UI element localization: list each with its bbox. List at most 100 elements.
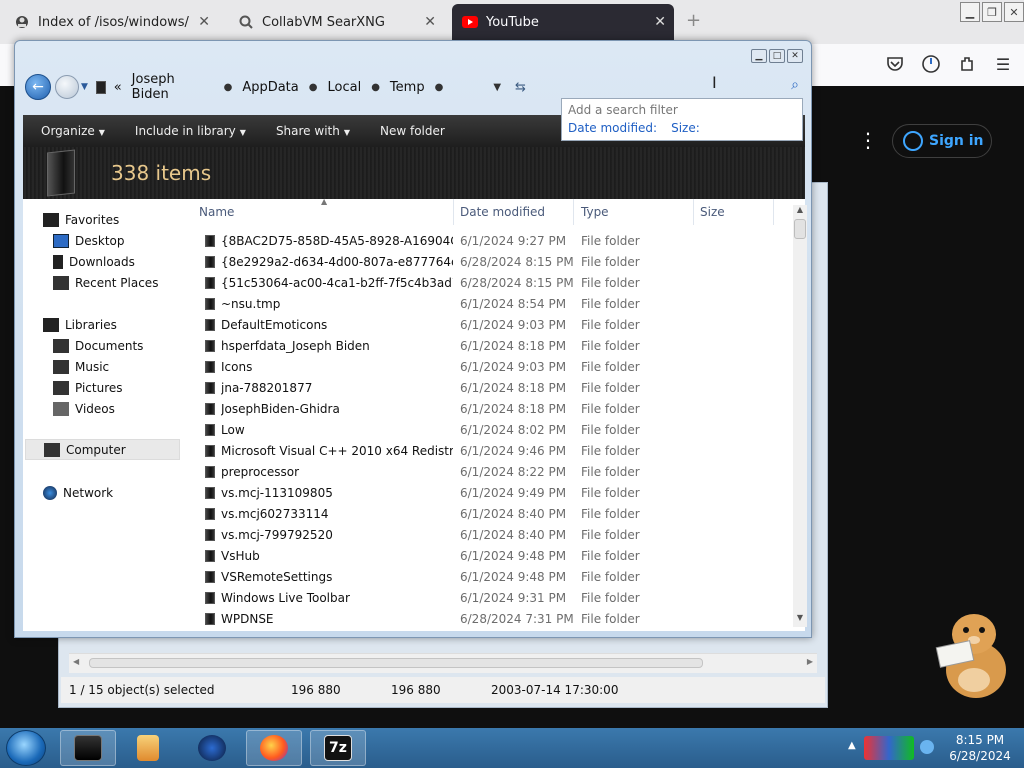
breadcrumb-separator-icon[interactable]: ● [224, 82, 233, 93]
taskbar-7zip-button[interactable]: 7z [310, 730, 366, 766]
column-divider[interactable] [693, 199, 694, 225]
table-row[interactable]: Windows Live Toolbar 6/1/2024 9:31 PM File… [193, 588, 793, 609]
close-icon[interactable]: ✕ [654, 14, 666, 30]
table-row[interactable]: preprocessor 6/1/2024 8:22 PM File folder [193, 462, 793, 483]
nav-libraries[interactable]: Libraries [43, 318, 117, 332]
table-row[interactable]: hsperfdata_Joseph Biden 6/1/2024 8:18 PM F… [193, 336, 793, 357]
breadcrumb-temp[interactable]: Temp [390, 80, 425, 95]
column-header-name[interactable]: Name [199, 205, 234, 219]
close-icon[interactable]: ✕ [198, 14, 210, 30]
minimize-icon[interactable]: ▁ [960, 2, 980, 22]
filter-date-modified[interactable]: Date modified: [568, 121, 657, 135]
close-icon[interactable]: ✕ [424, 14, 436, 30]
more-options-icon[interactable]: ⋮ [858, 128, 878, 152]
breadcrumb-appdata[interactable]: AppData [242, 80, 298, 95]
breadcrumb-separator-icon[interactable]: ● [371, 82, 380, 93]
sign-in-button[interactable]: Sign in [892, 124, 992, 158]
vertical-scrollbar[interactable]: ▲ ▼ [793, 205, 807, 627]
close-icon[interactable]: ✕ [787, 49, 803, 63]
nav-desktop[interactable]: Desktop [53, 234, 125, 248]
taskbar-media-player-button[interactable] [120, 730, 176, 766]
show-hidden-icons-icon[interactable]: ▲ [848, 740, 856, 751]
start-button[interactable] [6, 730, 46, 766]
extensions-icon[interactable] [956, 53, 978, 75]
column-header-type[interactable]: Type [581, 205, 609, 219]
pocket-icon[interactable] [884, 53, 906, 75]
breadcrumb-separator-icon[interactable]: ● [435, 82, 444, 93]
table-row[interactable]: jna-788201877 6/1/2024 8:18 PM File folder [193, 378, 793, 399]
table-row[interactable]: vs.mcj602733114 6/1/2024 8:40 PM File fold… [193, 504, 793, 525]
nav-favorites[interactable]: Favorites [43, 213, 119, 227]
refresh-icon[interactable]: ⇆ [515, 80, 526, 95]
scroll-left-icon[interactable]: ◀ [73, 657, 79, 666]
minimize-icon[interactable]: ▁ [751, 49, 767, 63]
nav-network[interactable]: Network [43, 486, 113, 500]
column-header-size[interactable]: Size [700, 205, 725, 219]
breadcrumb-joseph-biden[interactable]: Joseph Biden [132, 72, 214, 102]
tab-index-of-isos[interactable]: Index of /isos/windows/ ✕ [4, 4, 218, 40]
table-row[interactable]: Low 6/1/2024 8:02 PM File folder [193, 420, 793, 441]
table-row[interactable]: vs.mcj-799792520 6/1/2024 8:40 PM File fol… [193, 525, 793, 546]
file-name: WPDNSE [221, 612, 274, 626]
table-row[interactable]: VSRemoteSettings 6/1/2024 9:48 PM File fol… [193, 567, 793, 588]
nav-documents[interactable]: Documents [53, 339, 143, 353]
scroll-right-icon[interactable]: ▶ [807, 657, 813, 666]
new-tab-icon[interactable]: + [686, 10, 701, 31]
scroll-down-icon[interactable]: ▼ [793, 613, 807, 627]
nav-computer[interactable]: Computer [25, 439, 180, 460]
column-header-date-modified[interactable]: Date modified [460, 205, 545, 219]
breadcrumb-separator-icon[interactable]: ● [309, 82, 318, 93]
tab-collabvm-searxng[interactable]: CollabVM SearXNG ✕ [228, 4, 444, 40]
breadcrumb-overflow[interactable]: « [114, 80, 122, 95]
forward-button[interactable] [55, 75, 79, 99]
column-divider[interactable] [453, 199, 454, 225]
nav-downloads[interactable]: Downloads [53, 255, 135, 269]
breadcrumb[interactable]: « Joseph Biden ● AppData ● Local ● Temp … [95, 72, 526, 102]
table-row[interactable]: WPDNSE 6/28/2024 7:31 PM File folder [193, 609, 793, 630]
table-row[interactable]: JosephBiden-Ghidra 6/1/2024 8:18 PM File f… [193, 399, 793, 420]
include-in-library-button[interactable]: Include in library ▼ [135, 124, 246, 138]
table-row[interactable]: vs.mcj-113109805 6/1/2024 9:49 PM File fol… [193, 483, 793, 504]
scroll-up-icon[interactable]: ▲ [793, 205, 807, 219]
system-clock[interactable]: 8:15 PM 6/28/2024 [944, 732, 1016, 764]
recent-pages-dropdown-icon[interactable]: ▼ [81, 82, 88, 92]
menu-icon[interactable]: ☰ [992, 53, 1014, 75]
table-row[interactable]: Icons 6/1/2024 9:03 PM File folder [193, 357, 793, 378]
column-divider[interactable] [573, 199, 574, 225]
column-divider[interactable] [773, 199, 774, 225]
table-row[interactable]: {8e2929a2-d634-4d00-807a-e877764e3a9e} 6/… [193, 252, 793, 273]
network-tray-icon[interactable] [920, 740, 934, 754]
account-icon[interactable] [920, 53, 942, 75]
table-row[interactable]: Microsoft Visual C++ 2010 x64 Redistrib.… [193, 441, 793, 462]
table-row[interactable]: DefaultEmoticons 6/1/2024 9:03 PM File fol… [193, 315, 793, 336]
tab-youtube[interactable]: YouTube ✕ [452, 4, 674, 40]
seven-zip-icon: 7z [324, 735, 352, 761]
nav-pictures[interactable]: Pictures [53, 381, 123, 395]
table-row[interactable]: ~nsu.tmp 6/1/2024 8:54 PM File folder [193, 294, 793, 315]
taskbar-firefox-dev-button[interactable] [184, 730, 240, 766]
nav-recent-places[interactable]: Recent Places [53, 276, 158, 290]
table-row[interactable]: VsHub 6/1/2024 9:48 PM File folder [193, 546, 793, 567]
search-input[interactable]: ⌕ [563, 75, 803, 97]
breadcrumb-local[interactable]: Local [327, 80, 361, 95]
scrollbar-thumb[interactable] [794, 219, 806, 239]
scrollbar-thumb[interactable] [89, 658, 703, 668]
close-window-icon[interactable]: ✕ [1004, 2, 1024, 22]
restore-icon[interactable]: ❐ [982, 2, 1002, 22]
new-folder-button[interactable]: New folder [380, 124, 445, 138]
table-row[interactable]: {51c53064-ac00-4ca1-b2ff-7f5c4b3ad787} 6/… [193, 273, 793, 294]
search-icon[interactable]: ⌕ [791, 77, 799, 93]
taskbar-firefox-button[interactable] [246, 730, 302, 766]
table-row[interactable]: {8BAC2D75-858D-45A5-8928-A16904CCE... 6/1… [193, 231, 793, 252]
tray-app-icon[interactable] [864, 736, 914, 760]
taskbar-explorer-button[interactable] [60, 730, 116, 766]
address-dropdown-icon[interactable]: ▼ [493, 82, 501, 93]
share-with-button[interactable]: Share with ▼ [276, 124, 350, 138]
nav-videos[interactable]: Videos [53, 402, 115, 416]
horizontal-scrollbar[interactable]: ◀ ▶ [69, 653, 817, 673]
filter-size[interactable]: Size: [671, 121, 700, 135]
nav-music[interactable]: Music [53, 360, 109, 374]
organize-button[interactable]: Organize ▼ [41, 124, 105, 138]
maximize-icon[interactable]: □ [769, 49, 785, 63]
back-button[interactable]: ← [25, 74, 51, 100]
